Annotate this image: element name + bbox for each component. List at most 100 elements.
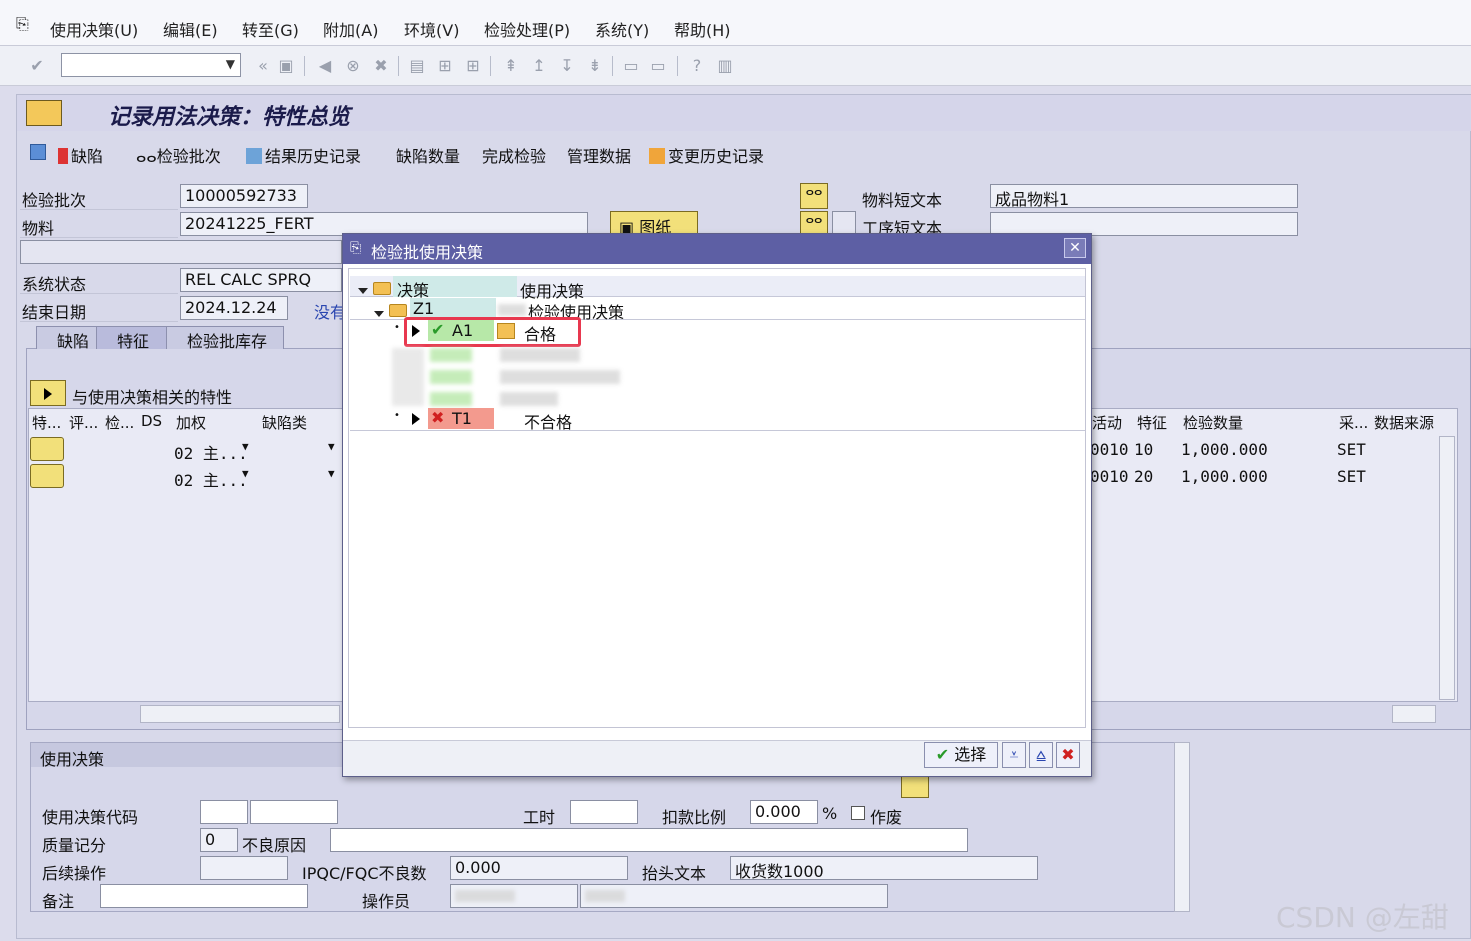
col-data-source[interactable]: 数据来源 [1374,412,1434,433]
copy-icon[interactable] [832,211,856,235]
next-page-icon[interactable]: ↧ [556,55,578,77]
defects-button[interactable]: 缺陷 [58,143,103,167]
complete-inspection-button[interactable]: 完成检验 [482,143,546,167]
a1-expander[interactable] [412,322,420,341]
dropdown-icon[interactable]: ▼ [328,440,335,453]
col-ds[interactable]: DS [141,412,162,430]
menu-environment[interactable]: 环境(V) [404,17,459,41]
menu-edit[interactable]: 编辑(E) [163,17,218,41]
change-history-button[interactable]: 变更历史记录 [649,143,764,167]
inspection-lot-button[interactable]: ⴰⴰ检验批次 [136,143,221,167]
weight-cell-1[interactable]: 02 主... [174,440,248,464]
calculator-icon[interactable] [30,143,49,162]
select-button[interactable]: ✔ 选择 [924,742,998,768]
a1-text[interactable]: 合格 [524,321,556,345]
shortcut-icon[interactable]: ▭ [647,55,669,77]
void-checkbox[interactable] [851,806,865,820]
t1-expander[interactable] [412,410,420,429]
print-icon[interactable]: ▤ [406,55,428,77]
command-field[interactable]: ▼ [61,53,241,77]
previous-page-icon[interactable]: ↥ [528,55,550,77]
defect-qty-button[interactable]: 缺陷数量 [396,143,460,167]
double-left-icon[interactable]: « [252,55,274,77]
ud-vscroll[interactable] [1174,742,1190,912]
menu-extras[interactable]: 附加(A) [323,17,378,41]
hours-label: 工时 [523,808,556,827]
back-icon[interactable]: ◀ [314,55,336,77]
col-insp[interactable]: 检... [105,412,134,433]
detail-button-1[interactable] [30,437,64,461]
sample-cell-2: SET [1337,467,1366,486]
menu-exit-icon[interactable]: ⎘ [16,14,29,34]
cancel-icon[interactable]: ✖ [370,55,392,77]
help-icon[interactable]: ? [686,55,708,77]
ud-code-text-field[interactable] [250,800,338,824]
z1-expander[interactable] [374,302,384,321]
menu-system[interactable]: 系统(Y) [595,17,649,41]
col-activity[interactable]: 活动 [1092,412,1122,433]
operator-label: 操作员 [362,892,411,911]
results-history-button[interactable]: 结果历史记录 [246,143,361,167]
layout-icon[interactable]: ▥ [714,55,736,77]
weight-cell-2[interactable]: 02 主... [174,467,248,491]
col-char[interactable]: 特... [32,412,61,433]
mat-short-field[interactable]: 成品物料1 [990,184,1298,208]
save-icon[interactable]: ▣ [275,55,297,77]
redacted-expanders [392,348,424,406]
manage-data-button[interactable]: 管理数据 [567,143,631,167]
menu-usage-decision[interactable]: 使用决策(U) [50,17,138,41]
redacted [498,304,526,316]
expand-button[interactable] [30,380,66,406]
ipqc-field[interactable]: 0.000 [450,856,628,880]
a1-code[interactable]: A1 [452,321,473,340]
root-expander[interactable] [358,279,368,298]
page-title: 记录用法决策：特性总览 [108,104,351,130]
menu-help[interactable]: 帮助(H) [674,17,731,41]
tab-characteristics[interactable]: 特征 [96,326,174,351]
header-text-field[interactable]: 收货数1000 [730,856,1038,880]
col-insp-qty[interactable]: 检验数量 [1183,412,1243,433]
find-icon[interactable]: ⊞ [434,55,456,77]
check-icon: ✔ [431,320,445,339]
find-next-icon[interactable]: ⊞ [462,55,484,77]
close-icon[interactable]: ✕ [1064,238,1086,258]
chevron-down-icon[interactable]: ▼ [226,57,235,71]
glasses-icon-2[interactable]: ⴰⴰ [800,211,828,235]
menu-goto[interactable]: 转至(G) [242,17,299,41]
menu-inspection-processing[interactable]: 检验处理(P) [484,17,570,41]
detail-button-2[interactable] [30,464,64,488]
right-hscroll[interactable] [1392,705,1436,723]
lot-field[interactable]: 10000592733 [180,184,308,208]
bad-reason-field[interactable] [330,828,968,852]
dropdown-icon[interactable]: ▼ [242,467,249,480]
follow-up-field[interactable] [200,856,288,880]
z1-code[interactable]: Z1 [413,299,434,318]
hours-field[interactable] [570,800,638,824]
glasses-icon[interactable]: ⴰⴰ [800,183,828,209]
left-hscroll[interactable] [140,705,340,723]
dropdown-icon[interactable]: ▼ [242,440,249,453]
last-page-icon[interactable]: ⇟ [584,55,606,77]
t1-code[interactable]: T1 [452,409,472,428]
col-sample[interactable]: 采... [1339,412,1368,433]
first-page-icon[interactable]: ⇞ [500,55,522,77]
deduct-field[interactable]: 0.000 [750,800,818,824]
cancel-icon[interactable]: ✖ [1056,742,1080,768]
new-session-icon[interactable]: ▭ [620,55,642,77]
ud-code-field[interactable] [200,800,248,824]
col-eval[interactable]: 评... [69,412,98,433]
dropdown-icon[interactable]: ▼ [328,467,335,480]
end-date-field[interactable]: 2024.12.24 [180,296,288,320]
remark-field[interactable] [100,884,308,908]
enter-icon[interactable]: ✔ [26,55,48,77]
col-weight[interactable]: 加权 [176,412,206,433]
exit-icon[interactable]: ⊗ [342,55,364,77]
tab-lot-stock[interactable]: 检验批库存 [166,326,284,351]
col-defect-class[interactable]: 缺陷类 [262,412,307,433]
collapse-all-icon[interactable]: ⩠ [1029,742,1053,768]
right-vscroll[interactable] [1439,436,1455,700]
activity-cell-2: 0010 [1090,467,1129,486]
drawing-button[interactable]: ▣ 图纸 [610,211,698,237]
col-char-no[interactable]: 特征 [1137,412,1167,433]
expand-all-icon[interactable]: ⩡ [1002,742,1026,768]
